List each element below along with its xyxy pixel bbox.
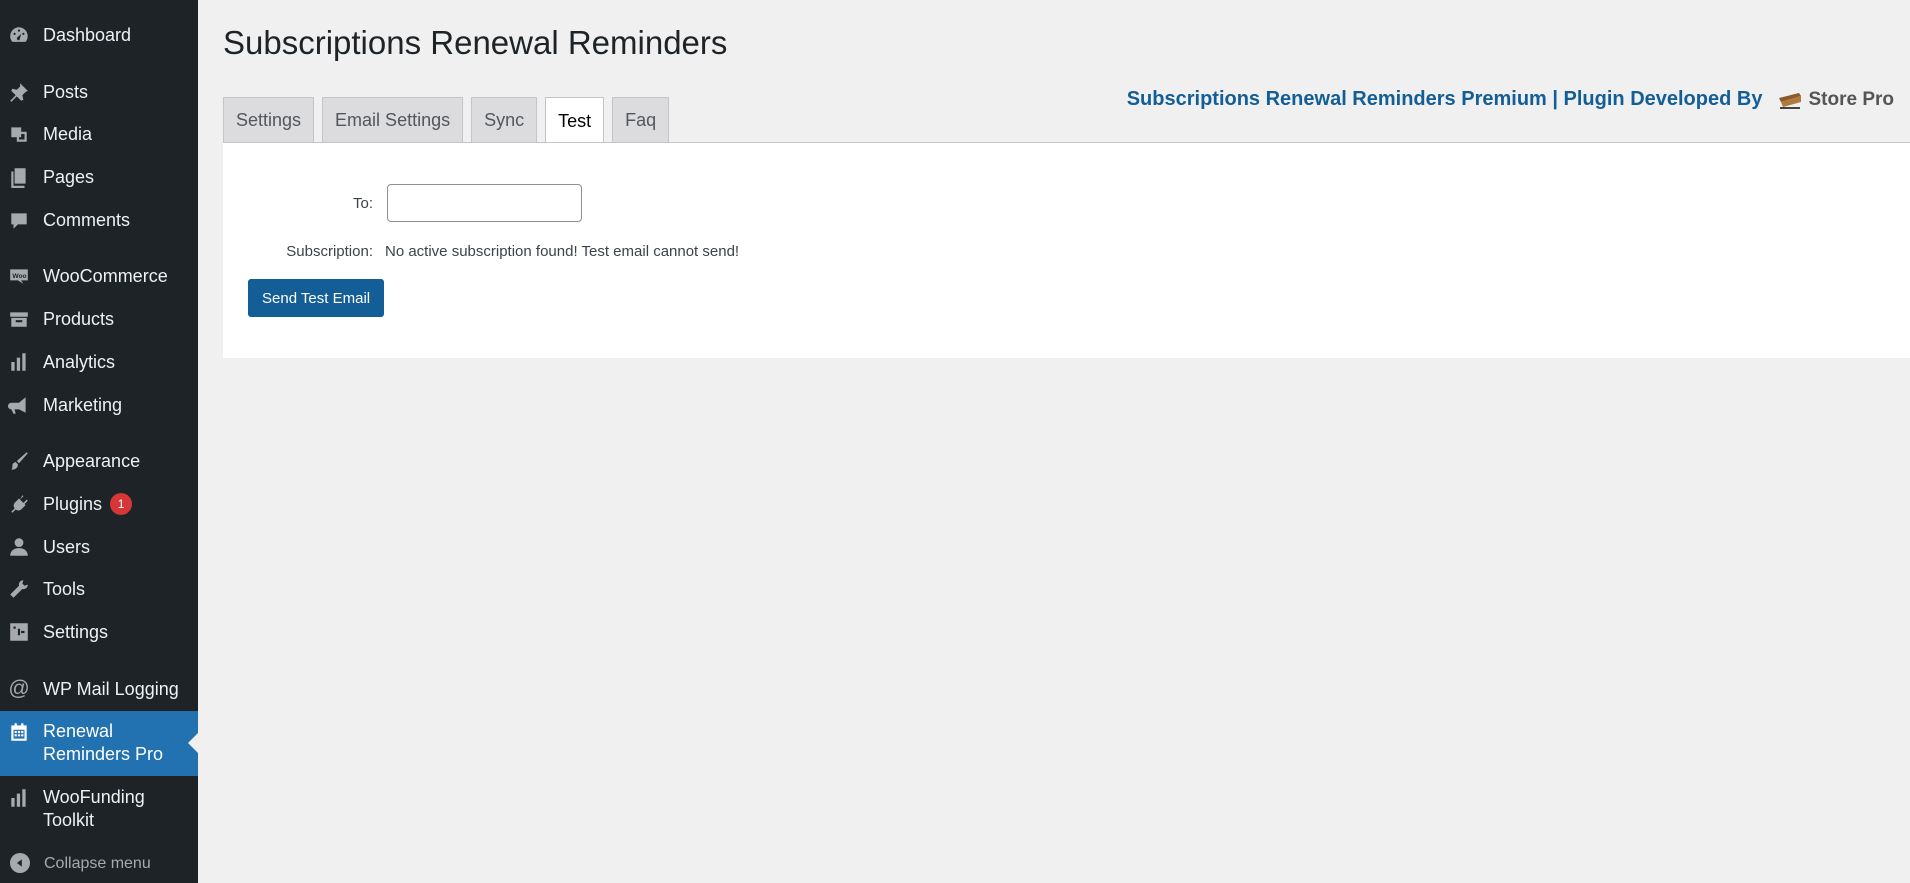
sidebar-item-products[interactable]: Products (0, 298, 198, 340)
sidebar-item-label: Analytics (43, 351, 116, 372)
bar-chart-icon (8, 351, 30, 373)
paintbrush-icon (8, 450, 30, 472)
pages-icon (8, 166, 30, 188)
tab-bar: Settings Email Settings Sync Test Faq (223, 97, 670, 144)
sidebar-item-comments[interactable]: Comments (0, 199, 198, 241)
collapse-arrow-icon (10, 853, 30, 873)
promo-banner: Subscriptions Renewal Reminders Premium … (1127, 88, 1894, 111)
sidebar-item-label: Products (43, 308, 115, 329)
plugin-icon (8, 493, 30, 515)
sidebar-item-woofunding-toolkit[interactable]: WooFunding Toolkit (0, 777, 198, 842)
calendar-icon (8, 721, 30, 743)
archive-icon (8, 308, 30, 330)
to-email-input[interactable] (387, 184, 582, 222)
sidebar-item-label: WooCommerce (43, 265, 168, 286)
sidebar-item-label: Pages (43, 166, 95, 187)
dashboard-icon (8, 24, 30, 46)
admin-sidebar: Dashboard Posts Media Pages Comments Woo… (0, 0, 198, 883)
sidebar-item-label-line1: WooFunding (43, 787, 145, 807)
tab-email-settings[interactable]: Email Settings (322, 97, 464, 143)
sidebar-item-settings[interactable]: Settings (0, 611, 198, 653)
sidebar-item-label: WP Mail Logging (43, 678, 179, 699)
store-pro-logo[interactable]: Store Pro (1778, 89, 1894, 111)
sidebar-item-tools[interactable]: Tools (0, 568, 198, 610)
sidebar-item-label: Plugins (43, 493, 103, 514)
sidebar-item-marketing[interactable]: Marketing (0, 384, 198, 426)
tab-settings[interactable]: Settings (223, 97, 315, 143)
sidebar-item-label: Marketing (43, 394, 123, 415)
wrench-icon (8, 578, 30, 600)
tab-test[interactable]: Test (545, 97, 605, 144)
sidebar-item-label: Settings (43, 621, 109, 642)
logo-mark-icon (1778, 90, 1804, 110)
collapse-menu-label: Collapse menu (44, 854, 151, 872)
comments-icon (8, 209, 30, 231)
sidebar-item-posts[interactable]: Posts (0, 71, 198, 113)
subscription-label: Subscription: (286, 243, 373, 260)
woocommerce-icon: Woo (8, 265, 30, 287)
sidebar-item-label: Dashboard (43, 24, 132, 45)
sidebar-item-analytics[interactable]: Analytics (0, 341, 198, 383)
sidebar-item-label: Comments (43, 209, 131, 230)
sidebar-item-users[interactable]: Users (0, 526, 198, 568)
send-test-email-button[interactable]: Send Test Email (248, 279, 385, 317)
sidebar-item-pages[interactable]: Pages (0, 156, 198, 198)
subscription-message: No active subscription found! Test email… (385, 243, 740, 260)
pin-icon (8, 81, 30, 103)
sidebar-item-label: Appearance (43, 450, 141, 471)
tab-sync[interactable]: Sync (471, 97, 538, 143)
update-count-badge: 1 (110, 493, 133, 515)
sidebar-item-label-line1: Renewal (43, 721, 114, 741)
to-label: To: (352, 195, 373, 212)
sidebar-item-label: Users (43, 536, 91, 557)
user-icon (8, 536, 30, 558)
logo-text: Store Pro (1808, 88, 1894, 110)
sidebar-item-label: Tools (43, 578, 86, 599)
sidebar-item-label: Media (43, 123, 93, 144)
sidebar-item-label: Posts (43, 81, 89, 102)
sidebar-item-label-line2: Toolkit (43, 810, 95, 830)
bar-chart-icon (8, 787, 30, 809)
tab-faq[interactable]: Faq (612, 97, 670, 143)
svg-text:Woo: Woo (12, 273, 26, 280)
megaphone-icon (8, 394, 30, 416)
media-icon (8, 123, 30, 145)
promo-text: Subscriptions Renewal Reminders Premium … (1126, 88, 1763, 110)
sidebar-item-appearance[interactable]: Appearance (0, 440, 198, 482)
at-icon: @ (8, 677, 30, 700)
sidebar-item-dashboard[interactable]: Dashboard (0, 14, 198, 56)
settings-icon (8, 621, 30, 643)
sidebar-item-plugins[interactable]: Plugins 1 (0, 483, 198, 525)
sidebar-item-woocommerce[interactable]: Woo WooCommerce (0, 255, 198, 297)
sidebar-item-wp-mail-logging[interactable]: @ WP Mail Logging (0, 668, 198, 710)
collapse-menu-button[interactable]: Collapse menu (0, 842, 198, 883)
sidebar-item-media[interactable]: Media (0, 113, 198, 155)
test-email-panel: To: Subscription: No active subscription… (223, 143, 1910, 358)
sidebar-item-renewal-reminders-pro[interactable]: Renewal Reminders Pro (0, 711, 198, 776)
page-title: Subscriptions Renewal Reminders (223, 24, 728, 61)
sidebar-item-label-line2: Reminders Pro (43, 744, 164, 764)
